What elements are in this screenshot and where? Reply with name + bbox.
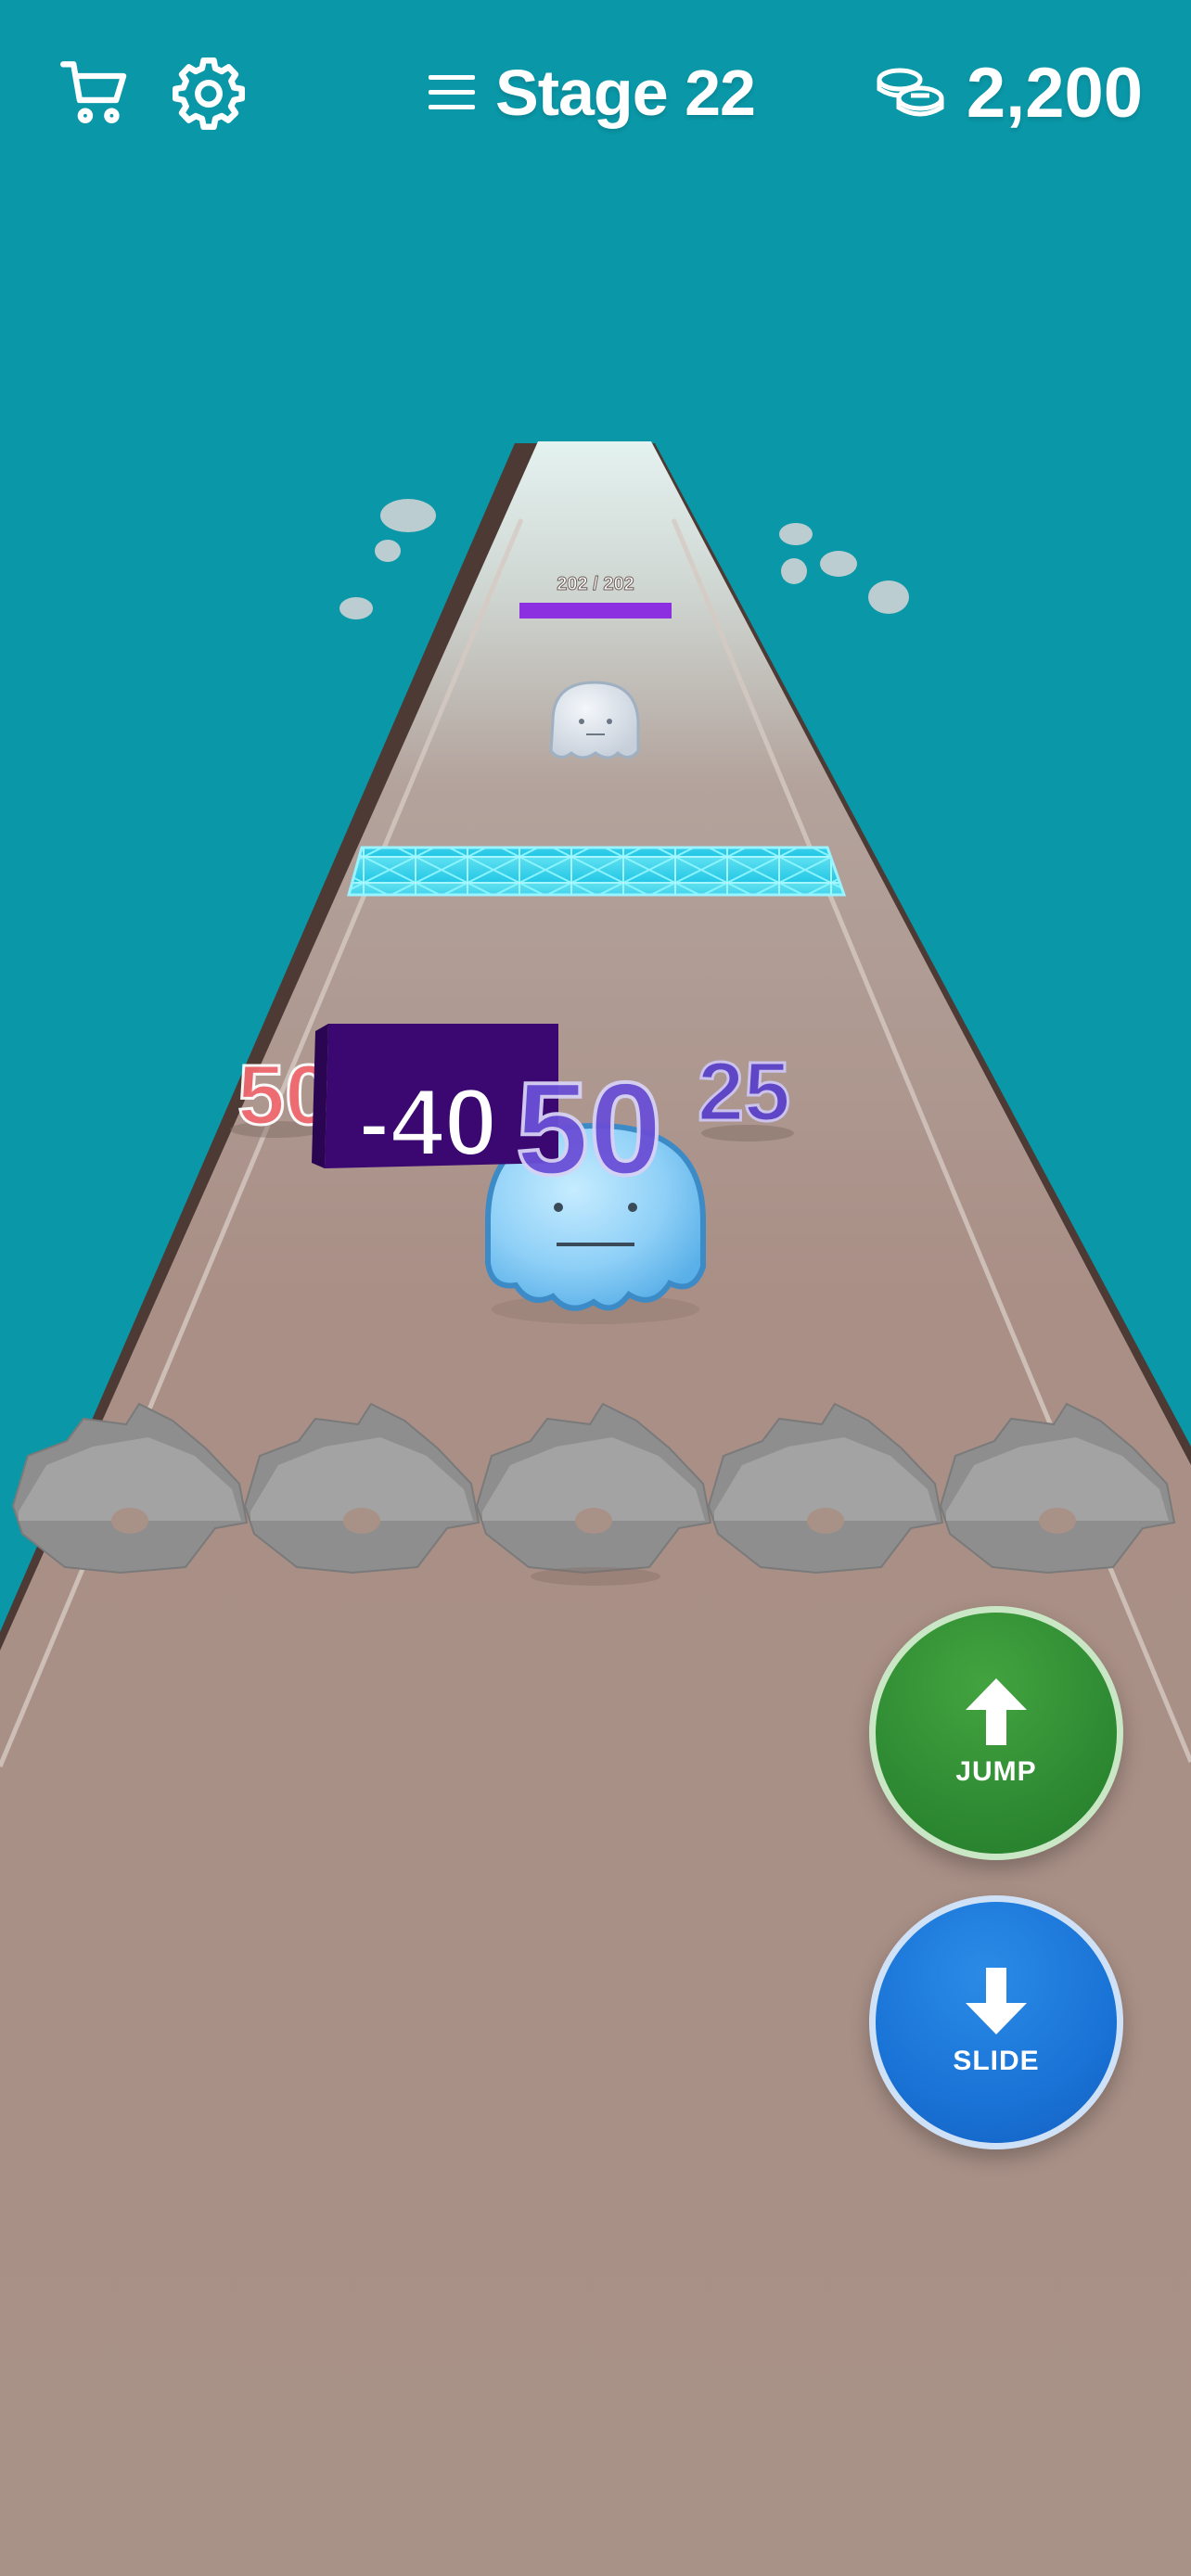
hamburger-menu-icon (429, 75, 475, 109)
stage-title: Stage 22 (495, 57, 756, 129)
cart-icon (60, 61, 127, 123)
ice-grid-strip (347, 846, 847, 897)
enemy-health-text: 202 / 202 (557, 574, 634, 594)
gate-minus-number: -40 (358, 1069, 497, 1177)
gate-center-number: 50 (516, 1055, 662, 1203)
game-scene: 202 / 202 50 -40 50 25 (0, 441, 1191, 2576)
arrow-down-icon (966, 1968, 1027, 2034)
stage-menu[interactable]: Stage 22 (429, 48, 756, 137)
jump-label: JUMP (955, 1756, 1037, 1787)
coin-amount: 2,200 (966, 53, 1143, 133)
jump-button[interactable]: JUMP (869, 1606, 1123, 1860)
slide-button[interactable]: SLIDE (869, 1895, 1123, 2149)
coin-stack-icon (877, 68, 944, 117)
cart-button[interactable] (54, 52, 137, 135)
enemy-ghost (549, 681, 640, 759)
settings-button[interactable] (167, 52, 250, 135)
slide-label: SLIDE (953, 2046, 1040, 2076)
enemy-health-bar-fill (519, 603, 672, 618)
coin-counter: 2,200 (876, 46, 1143, 139)
arrow-up-icon (966, 1678, 1027, 1745)
gear-icon (173, 57, 245, 130)
gate-right-number: 25 (698, 1046, 790, 1139)
